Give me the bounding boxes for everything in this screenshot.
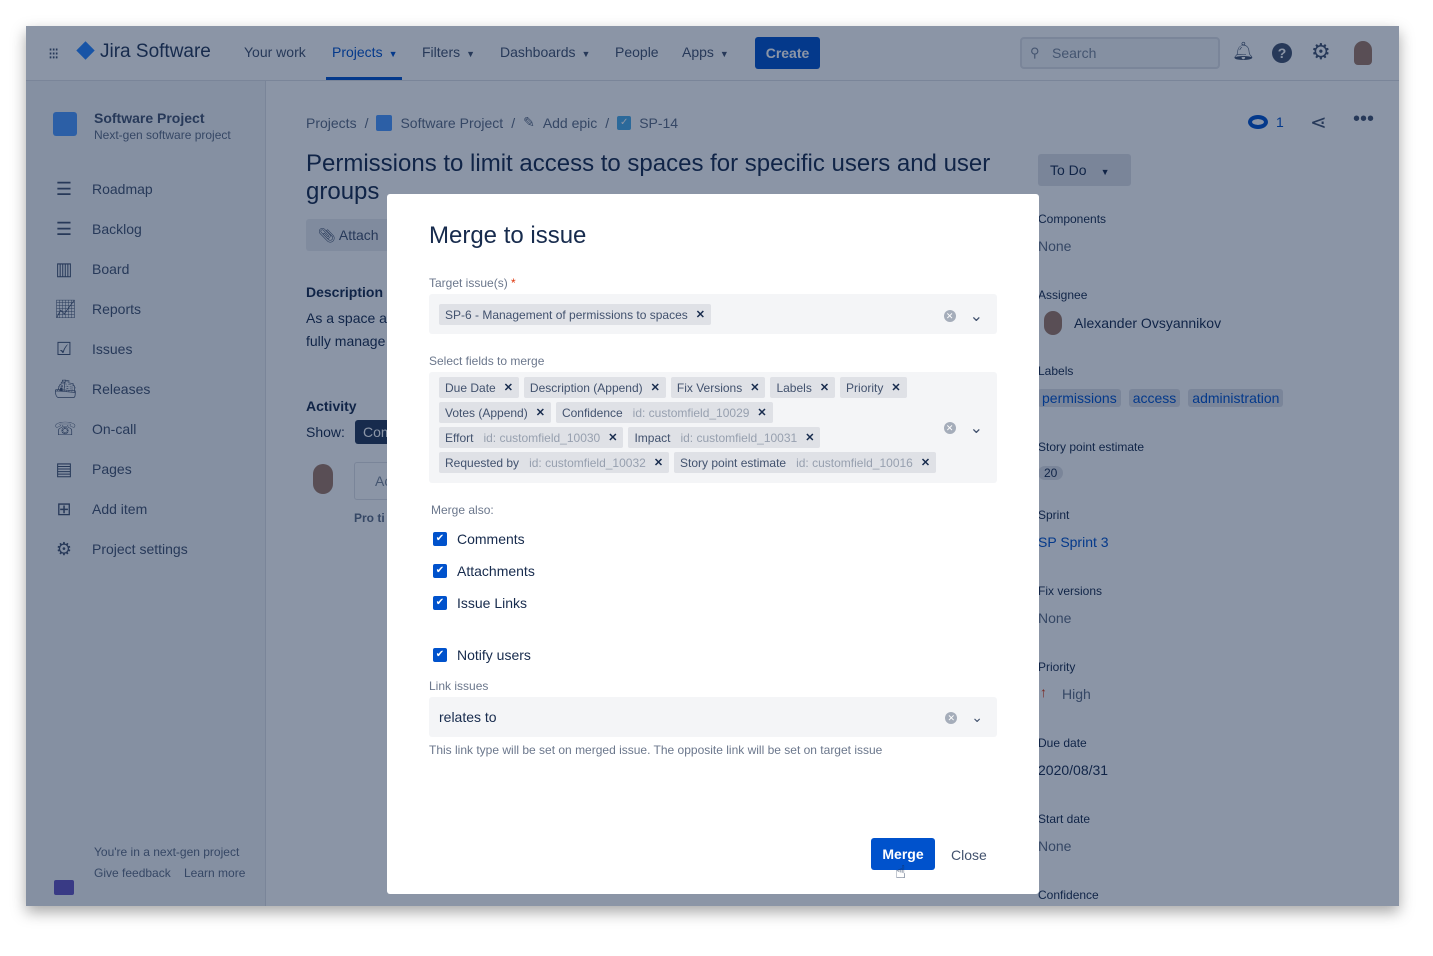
field-name: Votes (Append) bbox=[445, 405, 528, 420]
checkbox-checked-icon: ✔ bbox=[433, 596, 447, 610]
field-tag: Requested by id: customfield_10032 ✕ bbox=[439, 452, 670, 473]
remove-icon[interactable]: ✕ bbox=[805, 431, 814, 444]
remove-icon[interactable]: ✕ bbox=[696, 308, 705, 321]
tag-label: SP-6 - Management of permissions to spac… bbox=[445, 307, 688, 322]
field-id: id: customfield_10016 bbox=[796, 455, 913, 470]
field-tag: Effort id: customfield_10030 ✕ bbox=[439, 427, 624, 448]
clear-icon[interactable]: ✕ bbox=[945, 711, 958, 724]
remove-icon[interactable]: ✕ bbox=[820, 381, 829, 394]
fields-row: Due Date ✕ Description (Append) ✕ Fix Versio… bbox=[439, 377, 987, 402]
field-tag: Labels ✕ bbox=[770, 377, 836, 398]
target-label-text: Target issue(s) bbox=[429, 276, 508, 290]
checkbox-label: Notify users bbox=[457, 647, 531, 663]
checkbox-label: Issue Links bbox=[457, 595, 528, 611]
merge-also-label: Merge also: bbox=[431, 503, 494, 517]
target-issue-tag: SP-6 - Management of permissions to spac… bbox=[439, 304, 711, 325]
field-name: Labels bbox=[776, 380, 812, 395]
target-label: Target issue(s) * bbox=[429, 276, 516, 290]
field-tag: Due Date ✕ bbox=[439, 377, 519, 398]
field-name: Effort bbox=[445, 430, 474, 445]
remove-icon[interactable]: ✕ bbox=[608, 431, 617, 444]
dialog-title: Merge to issue bbox=[429, 222, 587, 249]
chevron-down-icon[interactable]: ⌄ bbox=[971, 709, 983, 726]
field-name: Impact bbox=[634, 430, 671, 445]
hand-cursor-icon: ☝︎ bbox=[895, 862, 906, 882]
field-tag: Story point estimate id: customfield_1001… bbox=[674, 452, 937, 473]
field-tag: Impact id: customfield_10031 ✕ bbox=[628, 427, 821, 448]
field-name: Priority bbox=[846, 380, 884, 395]
field-name: Story point estimate bbox=[680, 455, 787, 470]
remove-icon[interactable]: ✕ bbox=[921, 456, 930, 469]
remove-icon[interactable]: ✕ bbox=[891, 381, 900, 394]
notify-users-checkbox[interactable]: ✔ Notify users bbox=[433, 647, 531, 663]
chevron-down-icon[interactable]: ⌄ bbox=[970, 306, 983, 326]
checkbox-label: Comments bbox=[457, 531, 525, 547]
link-type-select[interactable]: relates to ✕ ⌄ bbox=[429, 697, 997, 737]
close-button[interactable]: Close bbox=[951, 847, 987, 863]
field-tag: Description (Append) ✕ bbox=[523, 377, 666, 398]
merge-dialog: Merge to issue Target issue(s) * SP-6 - … bbox=[387, 194, 1039, 894]
fields-label: Select fields to merge bbox=[429, 354, 545, 368]
clear-icon[interactable]: ✕ bbox=[943, 422, 956, 434]
field-name: Confidence bbox=[561, 405, 623, 420]
remove-icon[interactable]: ✕ bbox=[536, 406, 545, 419]
checkbox-label: Attachments bbox=[457, 563, 535, 579]
link-help-text: This link type will be set on merged iss… bbox=[429, 743, 883, 757]
chevron-down-icon[interactable]: ⌄ bbox=[970, 418, 983, 438]
field-name: Fix Versions bbox=[676, 380, 743, 395]
field-id: id: customfield_10029 bbox=[632, 405, 750, 420]
attachments-checkbox[interactable]: ✔ Attachments bbox=[433, 563, 535, 579]
checkbox-checked-icon: ✔ bbox=[433, 532, 447, 546]
jira-window: ⁝⁝⁝ Jira Software Your work Projects ▼ Fi… bbox=[26, 26, 1399, 906]
link-type-value: relates to bbox=[439, 709, 497, 725]
remove-icon[interactable]: ✕ bbox=[651, 381, 660, 394]
target-issue-select[interactable]: SP-6 - Management of permissions to spac… bbox=[429, 294, 997, 334]
fields-select[interactable]: Due Date ✕ Description (Append) ✕ Fix Versio… bbox=[429, 372, 997, 483]
fields-row: Votes (Append) ✕ Confidence id: customfield… bbox=[439, 402, 987, 427]
remove-icon[interactable]: ✕ bbox=[757, 406, 766, 419]
field-name: Due Date bbox=[445, 380, 496, 395]
field-tag: Priority ✕ bbox=[840, 377, 907, 398]
link-issues-label: Link issues bbox=[429, 679, 489, 693]
checkbox-checked-icon: ✔ bbox=[433, 648, 447, 662]
field-tag: Confidence id: customfield_10029 ✕ bbox=[555, 402, 773, 423]
fields-row: Effort id: customfield_10030 ✕ Impact id: cu… bbox=[439, 427, 987, 452]
field-id: id: customfield_10032 bbox=[529, 455, 646, 470]
clear-icon[interactable]: ✕ bbox=[943, 310, 956, 322]
fields-row: Requested by id: customfield_10032 ✕ Story … bbox=[439, 452, 987, 477]
field-name: Requested by bbox=[445, 455, 520, 470]
field-name: Description (Append) bbox=[529, 380, 643, 395]
field-id: id: customfield_10030 bbox=[483, 430, 601, 445]
field-id: id: customfield_10031 bbox=[680, 430, 798, 445]
remove-icon[interactable]: ✕ bbox=[750, 381, 759, 394]
checkbox-checked-icon: ✔ bbox=[433, 564, 447, 578]
remove-icon[interactable]: ✕ bbox=[504, 381, 513, 394]
issue-links-checkbox[interactable]: ✔ Issue Links bbox=[433, 595, 527, 611]
field-tag: Votes (Append) ✕ bbox=[439, 402, 551, 423]
comments-checkbox[interactable]: ✔ Comments bbox=[433, 531, 525, 547]
field-tag: Fix Versions ✕ bbox=[670, 377, 766, 398]
remove-icon[interactable]: ✕ bbox=[654, 456, 663, 469]
required-marker: * bbox=[511, 276, 516, 290]
